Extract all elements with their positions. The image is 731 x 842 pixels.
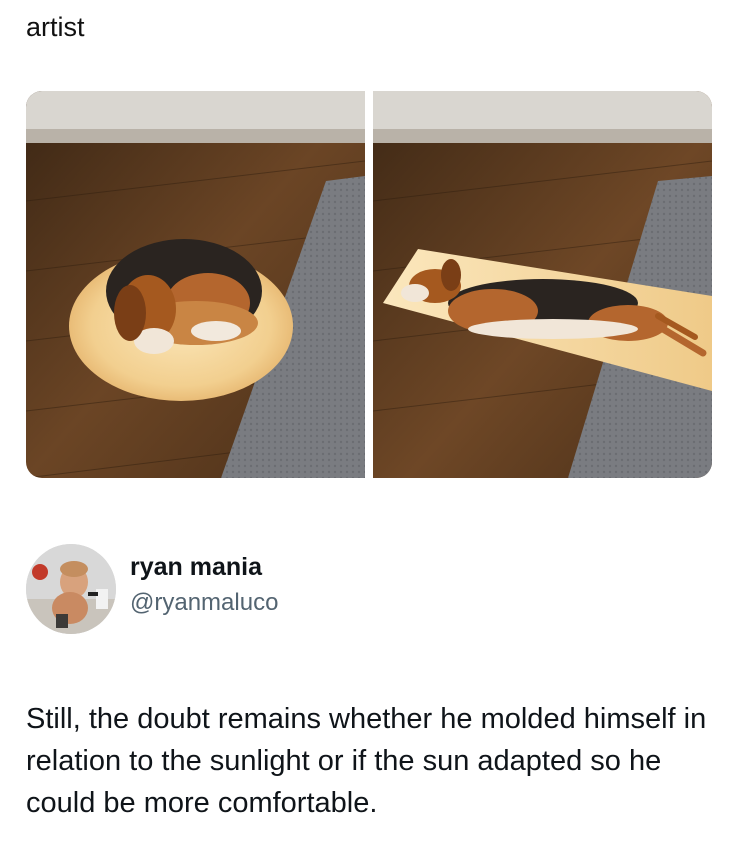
- author-names: ryan mania @ryanmaluco: [130, 552, 278, 618]
- photo-dog-stretched-image: [373, 91, 712, 478]
- photo-grid[interactable]: [26, 91, 712, 478]
- photo-dog-curled[interactable]: [26, 91, 365, 478]
- post-caption: artist: [26, 12, 85, 42]
- photo-dog-stretched[interactable]: [373, 91, 712, 478]
- avatar-image: [26, 544, 116, 634]
- tweet-author[interactable]: ryan mania @ryanmaluco: [26, 544, 278, 634]
- author-handle[interactable]: @ryanmaluco: [130, 588, 278, 618]
- author-display-name[interactable]: ryan mania: [130, 552, 278, 582]
- avatar-photo[interactable]: [26, 544, 116, 634]
- tweet-text: Still, the doubt remains whether he mold…: [26, 703, 707, 819]
- photo-dog-curled-image: [26, 91, 365, 478]
